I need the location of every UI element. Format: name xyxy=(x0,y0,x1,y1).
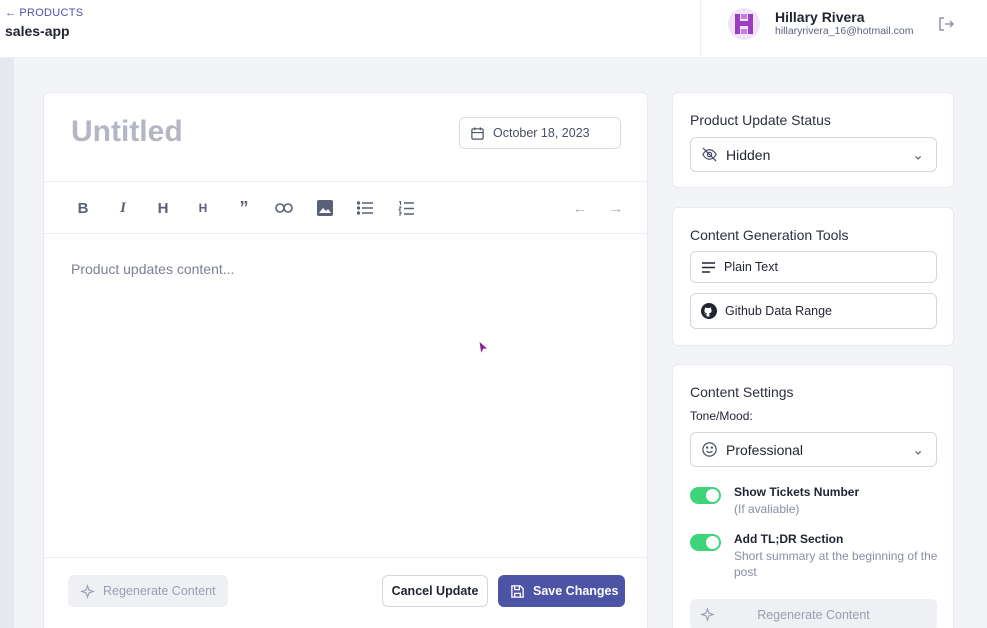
add-tldr-title: Add TL;DR Section xyxy=(734,532,844,546)
github-label: Github Data Range xyxy=(725,304,833,318)
save-changes-button[interactable]: Save Changes xyxy=(498,575,625,607)
tools-card: Content Generation Tools Plain Text Gith… xyxy=(672,207,954,346)
show-tickets-title: Show Tickets Number xyxy=(734,485,860,499)
editor-footer-divider xyxy=(44,557,647,558)
back-to-products-link[interactable]: ← PRODUCTS xyxy=(5,7,83,19)
sparkle-icon xyxy=(700,607,715,622)
avatar[interactable] xyxy=(728,8,760,40)
calendar-icon xyxy=(471,126,484,140)
add-tldr-toggle[interactable] xyxy=(690,534,721,551)
editor-card: Untitled October 18, 2023 B I H H ” ← → … xyxy=(43,92,648,628)
numbered-list-icon[interactable] xyxy=(393,195,419,221)
app-name: sales-app xyxy=(5,23,70,39)
user-email: hillaryrivera_16@hotmail.com xyxy=(775,25,914,37)
bullet-list-icon[interactable] xyxy=(352,195,378,221)
image-icon[interactable] xyxy=(312,195,338,221)
logout-icon[interactable] xyxy=(937,15,955,33)
show-tickets-subtitle: (If avaliable) xyxy=(734,502,800,516)
header-divider xyxy=(700,0,701,58)
mouse-cursor-icon xyxy=(478,340,490,356)
italic-icon[interactable]: I xyxy=(110,195,136,221)
text-lines-icon xyxy=(702,261,715,273)
redo-icon[interactable]: → xyxy=(603,195,629,221)
top-header: ← PRODUCTS sales-app Hillary Rivera hill… xyxy=(0,0,987,58)
settings-regenerate-button[interactable]: Regenerate Content xyxy=(690,599,937,628)
github-icon xyxy=(701,303,717,319)
bold-icon[interactable]: B xyxy=(70,195,96,221)
heading-1-icon[interactable]: H xyxy=(150,195,176,221)
editor-toolbar: B I H H ” ← → xyxy=(44,181,647,234)
status-card-title: Product Update Status xyxy=(690,112,831,128)
user-name: Hillary Rivera xyxy=(775,9,865,25)
plain-text-button[interactable]: Plain Text xyxy=(690,251,937,283)
quote-icon[interactable]: ” xyxy=(231,195,257,221)
tone-value: Professional xyxy=(726,441,804,458)
status-select[interactable]: Hidden ⌄ xyxy=(690,137,937,172)
settings-card-title: Content Settings xyxy=(690,384,794,400)
save-icon xyxy=(511,584,524,598)
heading-2-icon[interactable]: H xyxy=(190,195,216,221)
undo-icon[interactable]: ← xyxy=(567,195,593,221)
chevron-down-icon: ⌄ xyxy=(912,146,924,162)
title-input[interactable]: Untitled xyxy=(71,115,183,149)
tone-label: Tone/Mood: xyxy=(690,409,753,423)
back-link-label: PRODUCTS xyxy=(19,7,84,19)
settings-card: Content Settings Tone/Mood: Professional… xyxy=(672,364,954,628)
sidebar-strip xyxy=(0,58,14,628)
link-icon[interactable] xyxy=(271,195,297,221)
content-editor[interactable]: Product updates content... xyxy=(71,261,234,277)
date-label: October 18, 2023 xyxy=(493,126,590,140)
eye-off-icon xyxy=(702,147,717,162)
save-label: Save Changes xyxy=(533,584,619,598)
tools-card-title: Content Generation Tools xyxy=(690,227,849,243)
add-tldr-subtitle: Short summary at the beginning of the po… xyxy=(734,549,938,579)
regenerate-label: Regenerate Content xyxy=(103,584,216,598)
chevron-down-icon: ⌄ xyxy=(912,441,924,457)
status-card: Product Update Status Hidden ⌄ xyxy=(672,92,954,188)
date-picker-button[interactable]: October 18, 2023 xyxy=(459,117,621,149)
smile-icon xyxy=(702,442,717,457)
regenerate-content-button[interactable]: Regenerate Content xyxy=(68,575,228,607)
sparkle-icon xyxy=(80,583,95,599)
cancel-update-button[interactable]: Cancel Update xyxy=(382,575,488,607)
tone-select[interactable]: Professional ⌄ xyxy=(690,432,937,467)
show-tickets-toggle[interactable] xyxy=(690,487,721,504)
arrow-left-icon: ← xyxy=(5,7,17,19)
status-value: Hidden xyxy=(726,146,771,163)
github-data-range-button[interactable]: Github Data Range xyxy=(690,293,937,329)
plain-text-label: Plain Text xyxy=(724,260,778,274)
settings-regenerate-label: Regenerate Content xyxy=(757,608,870,622)
